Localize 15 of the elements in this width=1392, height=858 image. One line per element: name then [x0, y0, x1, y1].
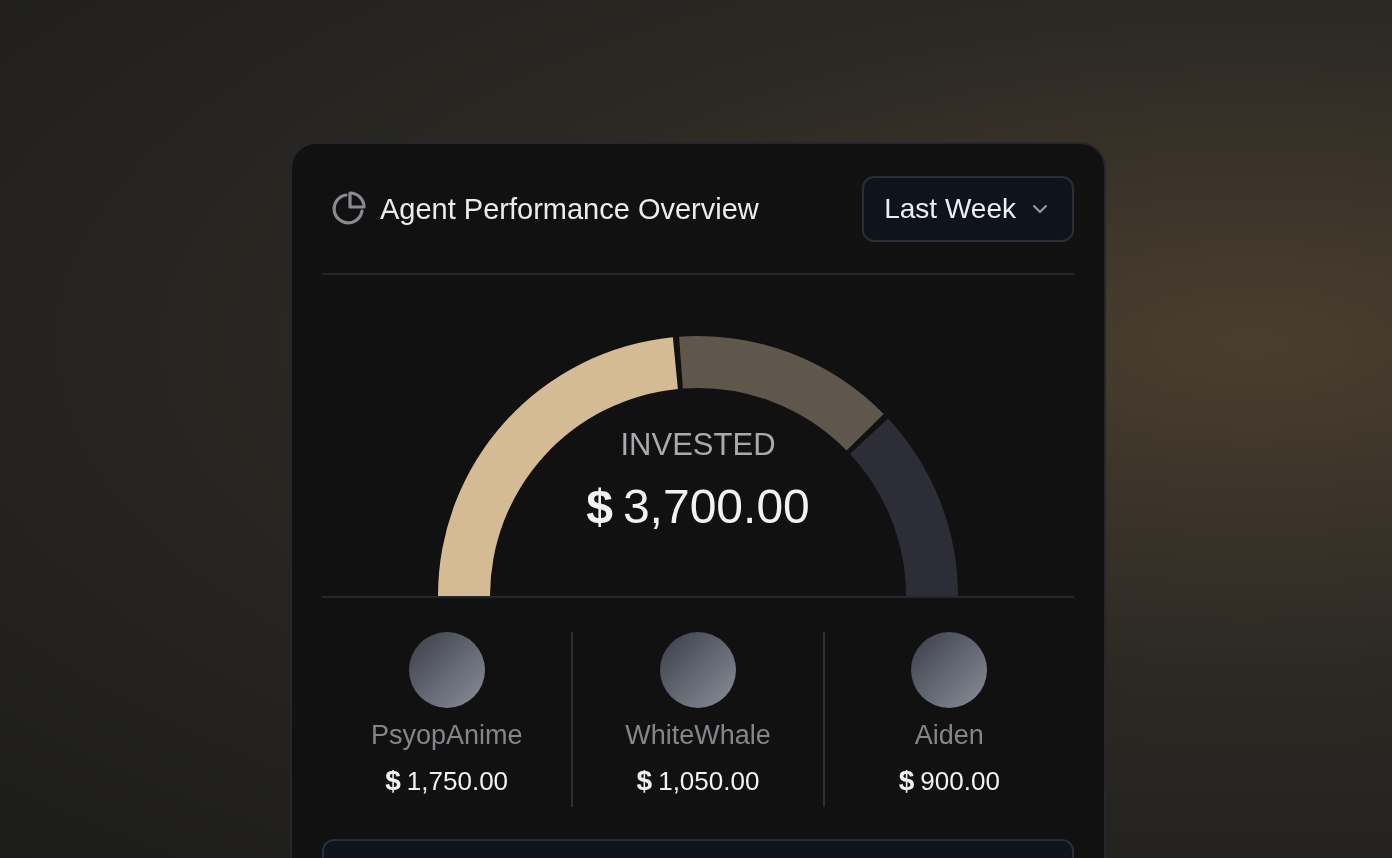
- agent-name: WhiteWhale: [625, 720, 771, 752]
- agent-name: PsyopAnime: [370, 720, 523, 752]
- agent-amount: 1,750.00: [406, 766, 509, 798]
- invested-total: 3,700.00: [622, 479, 810, 534]
- agent-name: Aiden: [914, 720, 984, 752]
- card-title: Agent Performance Overview: [380, 192, 759, 226]
- agent-amount: 900.00: [920, 766, 1000, 798]
- invested-label: INVESTED: [620, 427, 776, 463]
- currency-symbol: $: [385, 765, 401, 798]
- currency-symbol: $: [586, 479, 613, 534]
- currency-symbol: $: [636, 765, 653, 798]
- agent-amount: 1,050.00: [658, 766, 760, 798]
- chevron-down-icon: [1032, 204, 1048, 214]
- period-dropdown[interactable]: Last Week: [862, 176, 1074, 242]
- currency-symbol: $: [898, 765, 915, 798]
